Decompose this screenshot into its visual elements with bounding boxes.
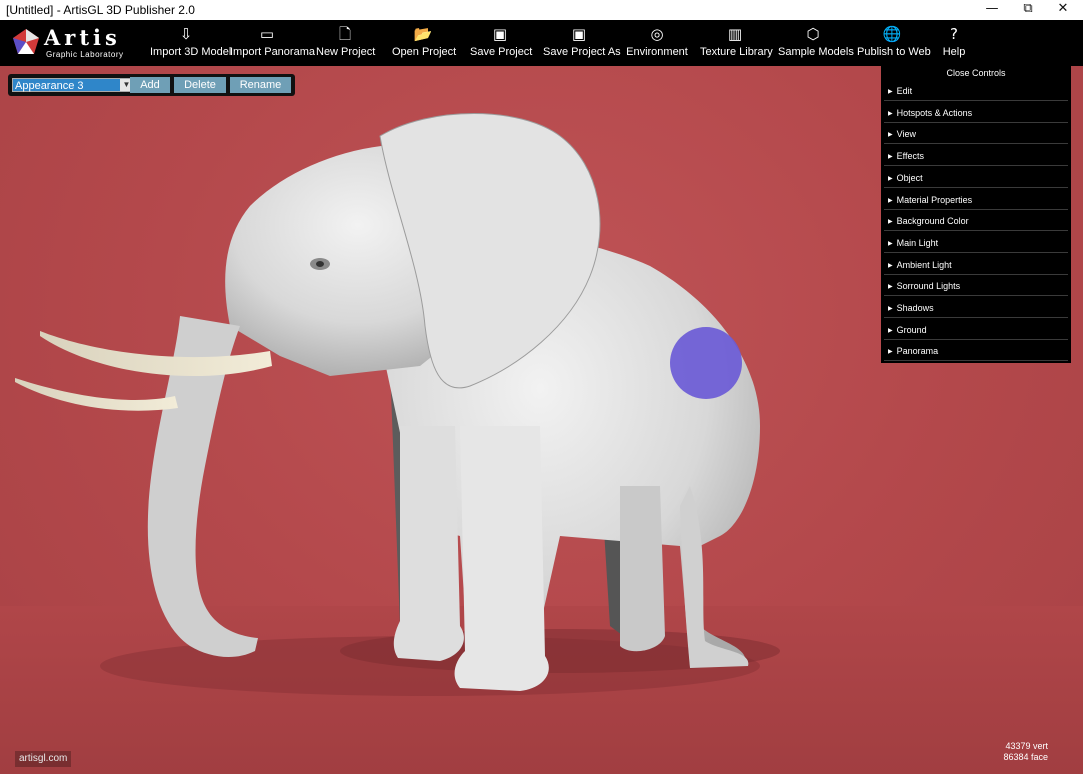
expand-triangle-icon: ▶ xyxy=(888,132,893,139)
control-section-background-color[interactable]: ▶ Background Color xyxy=(884,211,1068,232)
control-section-label: Material Properties xyxy=(896,194,973,205)
minimize-button[interactable]: — xyxy=(972,0,1012,20)
expand-triangle-icon: ▶ xyxy=(888,197,893,204)
import-panorama-button[interactable]: ▭ Import Panorama xyxy=(230,22,315,64)
import-panorama-label: Import Panorama xyxy=(230,46,315,58)
rename-appearance-button[interactable]: Rename xyxy=(230,77,291,93)
publish-to-web-button[interactable]: 🌐 Publish to Web xyxy=(857,22,931,64)
close-window-button[interactable]: ✕ xyxy=(1043,0,1083,20)
control-section-panorama[interactable]: ▶ Panorama xyxy=(884,341,1068,362)
environment-icon: ◎ xyxy=(650,25,664,43)
restore-button[interactable]: ⧉ xyxy=(1008,0,1048,20)
control-section-label: Background Color xyxy=(896,216,969,227)
expand-triangle-icon: ▶ xyxy=(888,240,893,247)
control-section-label: Object xyxy=(896,172,923,183)
open-folder-icon: 📂 xyxy=(413,25,433,43)
model-stats: 43379 vert 86384 face xyxy=(1000,741,1048,763)
face-count: 86384 face xyxy=(1003,752,1048,762)
logo-tagline: Graphic Laboratory xyxy=(46,50,124,59)
main-toolbar: Artis Graphic Laboratory ⇩ Import 3D Mode… xyxy=(0,20,1083,66)
control-section-material-properties[interactable]: ▶ Material Properties xyxy=(884,190,1068,210)
expand-triangle-icon: ▶ xyxy=(888,154,893,161)
expand-triangle-icon: ▶ xyxy=(888,219,893,226)
control-section-label: Ambient Light xyxy=(896,259,952,270)
import-3d-model-label: Import 3D Model xyxy=(150,46,232,58)
control-section-label: View xyxy=(896,129,916,140)
help-button[interactable]: ? Help xyxy=(940,22,968,64)
logo-mark-icon xyxy=(13,29,39,54)
sample-models-label: Sample Models xyxy=(778,46,854,58)
window-title: [Untitled] - ArtisGL 3D Publisher 2.0 xyxy=(6,3,195,17)
window-title-bar: [Untitled] - ArtisGL 3D Publisher 2.0 — … xyxy=(0,0,1083,20)
appearance-bar: Appearance 3 ▼ Add Delete Rename xyxy=(8,74,295,96)
sample-models-button[interactable]: ⬡ Sample Models xyxy=(778,22,854,64)
save-icon: ▣ xyxy=(492,25,508,43)
vertex-count: 43379 vert xyxy=(1005,741,1048,751)
expand-triangle-icon: ▶ xyxy=(888,175,893,182)
logo-brand: Artis xyxy=(44,25,121,50)
control-section-ground[interactable]: ▶ Ground xyxy=(884,320,1068,340)
control-section-label: Shadows xyxy=(896,303,934,313)
control-section-edit[interactable]: ▶ Edit xyxy=(884,81,1068,101)
help-label: Help xyxy=(942,46,966,58)
control-section-label: Effects xyxy=(896,151,924,162)
new-project-label: New Project xyxy=(316,46,376,58)
new-file-icon: 🗋 xyxy=(338,25,352,43)
panorama-icon: ▭ xyxy=(259,25,275,43)
add-appearance-button[interactable]: Add xyxy=(130,77,170,93)
control-section-view[interactable]: ▶ View xyxy=(884,124,1068,145)
open-project-label: Open Project xyxy=(392,46,457,58)
expand-triangle-icon: ▶ xyxy=(888,306,893,312)
control-section-label: Sorround Lights xyxy=(896,281,961,292)
save-as-icon: ▣ xyxy=(571,25,587,43)
control-section-label: Ground xyxy=(896,324,927,335)
control-section-label: Panorama xyxy=(896,346,939,357)
texture-library-label: Texture Library xyxy=(700,46,773,58)
control-section-object[interactable]: ▶ Object xyxy=(884,168,1068,188)
sample-models-icon: ⬡ xyxy=(806,25,820,43)
environment-label: Environment xyxy=(626,46,688,58)
publish-to-web-label: Publish to Web xyxy=(857,46,931,58)
control-section-shadows[interactable]: ▶ Shadows xyxy=(884,298,1068,318)
site-link[interactable]: artisgl.com xyxy=(15,751,72,767)
save-project-as-label: Save Project As xyxy=(543,46,621,58)
control-section-main-light[interactable]: ▶ Main Light xyxy=(884,233,1068,253)
save-project-button[interactable]: ▣ Save Project xyxy=(470,22,533,64)
save-project-label: Save Project xyxy=(470,46,533,58)
expand-triangle-icon: ▶ xyxy=(888,349,893,356)
expand-triangle-icon: ▶ xyxy=(888,327,893,334)
save-project-as-button[interactable]: ▣ Save Project As xyxy=(543,22,621,64)
control-section-label: Hotspots & Actions xyxy=(896,107,973,118)
texture-library-icon: ▥ xyxy=(727,25,743,43)
help-icon: ? xyxy=(950,25,958,43)
expand-triangle-icon: ▶ xyxy=(888,110,893,117)
environment-button[interactable]: ◎ Environment xyxy=(626,22,688,64)
control-section-sorround-lights[interactable]: ▶ Sorround Lights xyxy=(884,276,1068,297)
expand-triangle-icon: ▶ xyxy=(888,262,893,269)
control-section-effects[interactable]: ▶ Effects xyxy=(884,146,1068,167)
globe-icon: 🌐 xyxy=(882,25,902,43)
new-project-button[interactable]: 🗋 New Project xyxy=(316,22,376,64)
import-model-icon: ⇩ xyxy=(179,25,193,43)
appearance-select[interactable]: Appearance 3 ▼ xyxy=(12,78,134,92)
delete-appearance-button[interactable]: Delete xyxy=(174,77,226,93)
texture-library-button[interactable]: ▥ Texture Library xyxy=(700,22,773,64)
control-section-label: Main Light xyxy=(896,237,939,248)
import-3d-model-button[interactable]: ⇩ Import 3D Model xyxy=(150,22,232,64)
appearance-selected-value: Appearance 3 xyxy=(15,80,84,92)
close-controls-button[interactable]: Close Controls xyxy=(881,68,1071,78)
open-project-button[interactable]: 📂 Open Project xyxy=(392,22,457,64)
control-section-label: Edit xyxy=(896,86,913,96)
controls-panel: Close Controls ▶ Edit ▶ Hotspots & Actions ▶… xyxy=(881,66,1071,363)
artis-logo: Artis Graphic Laboratory xyxy=(12,25,127,60)
control-section-ambient-light[interactable]: ▶ Ambient Light xyxy=(884,255,1068,275)
hotspot-marker[interactable] xyxy=(670,327,742,399)
control-section-hotspots-actions[interactable]: ▶ Hotspots & Actions xyxy=(884,103,1068,123)
expand-triangle-icon: ▶ xyxy=(888,284,893,291)
expand-triangle-icon: ▶ xyxy=(888,89,893,95)
